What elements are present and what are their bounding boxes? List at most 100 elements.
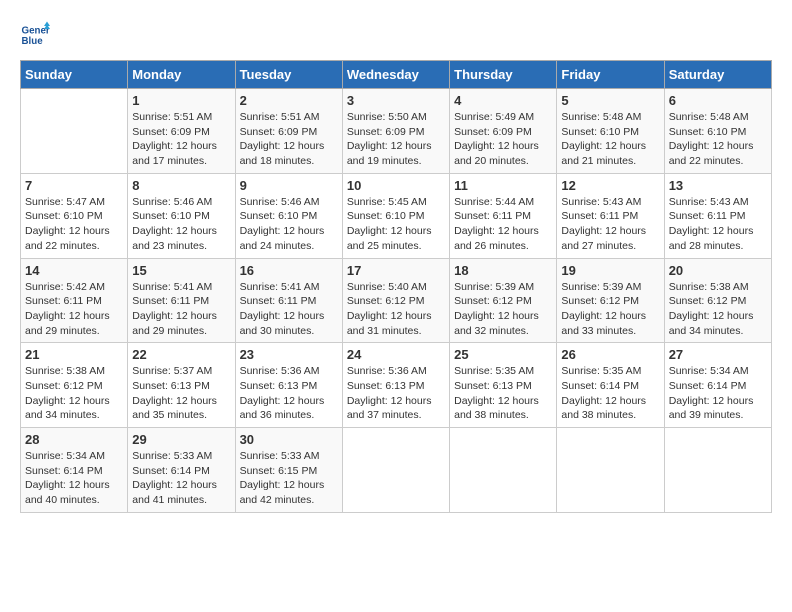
day-info: Sunrise: 5:51 AM Sunset: 6:09 PM Dayligh… [132, 110, 230, 169]
day-number: 30 [240, 432, 338, 447]
day-number: 20 [669, 263, 767, 278]
logo: General Blue [20, 20, 56, 50]
calendar-cell: 20 Sunrise: 5:38 AM Sunset: 6:12 PM Dayli… [664, 258, 771, 343]
calendar-cell [21, 89, 128, 174]
calendar-cell: 23 Sunrise: 5:36 AM Sunset: 6:13 PM Dayli… [235, 343, 342, 428]
calendar-cell: 29 Sunrise: 5:33 AM Sunset: 6:14 PM Dayli… [128, 428, 235, 513]
week-row-1: 1 Sunrise: 5:51 AM Sunset: 6:09 PM Daylig… [21, 89, 772, 174]
day-number: 22 [132, 347, 230, 362]
calendar-cell: 14 Sunrise: 5:42 AM Sunset: 6:11 PM Dayli… [21, 258, 128, 343]
day-number: 6 [669, 93, 767, 108]
calendar-cell: 6 Sunrise: 5:48 AM Sunset: 6:10 PM Daylig… [664, 89, 771, 174]
calendar-cell: 7 Sunrise: 5:47 AM Sunset: 6:10 PM Daylig… [21, 173, 128, 258]
calendar-table: SundayMondayTuesdayWednesdayThursdayFrid… [20, 60, 772, 513]
day-number: 9 [240, 178, 338, 193]
calendar-cell: 15 Sunrise: 5:41 AM Sunset: 6:11 PM Dayli… [128, 258, 235, 343]
day-number: 8 [132, 178, 230, 193]
day-info: Sunrise: 5:49 AM Sunset: 6:09 PM Dayligh… [454, 110, 552, 169]
day-number: 28 [25, 432, 123, 447]
calendar-cell: 13 Sunrise: 5:43 AM Sunset: 6:11 PM Dayli… [664, 173, 771, 258]
week-row-5: 28 Sunrise: 5:34 AM Sunset: 6:14 PM Dayli… [21, 428, 772, 513]
day-info: Sunrise: 5:42 AM Sunset: 6:11 PM Dayligh… [25, 280, 123, 339]
calendar-cell [557, 428, 664, 513]
day-number: 16 [240, 263, 338, 278]
calendar-cell [342, 428, 449, 513]
day-info: Sunrise: 5:48 AM Sunset: 6:10 PM Dayligh… [669, 110, 767, 169]
day-number: 7 [25, 178, 123, 193]
calendar-cell [450, 428, 557, 513]
day-info: Sunrise: 5:47 AM Sunset: 6:10 PM Dayligh… [25, 195, 123, 254]
calendar-cell: 26 Sunrise: 5:35 AM Sunset: 6:14 PM Dayli… [557, 343, 664, 428]
day-info: Sunrise: 5:48 AM Sunset: 6:10 PM Dayligh… [561, 110, 659, 169]
day-info: Sunrise: 5:46 AM Sunset: 6:10 PM Dayligh… [132, 195, 230, 254]
calendar-cell: 11 Sunrise: 5:44 AM Sunset: 6:11 PM Dayli… [450, 173, 557, 258]
calendar-cell: 1 Sunrise: 5:51 AM Sunset: 6:09 PM Daylig… [128, 89, 235, 174]
day-info: Sunrise: 5:33 AM Sunset: 6:15 PM Dayligh… [240, 449, 338, 508]
calendar-cell: 18Sunrise: 5:39 AM Sunset: 6:12 PM Dayli… [450, 258, 557, 343]
day-number: 13 [669, 178, 767, 193]
day-number: 29 [132, 432, 230, 447]
day-number: 26 [561, 347, 659, 362]
day-info: Sunrise: 5:36 AM Sunset: 6:13 PM Dayligh… [240, 364, 338, 423]
calendar-cell: 12 Sunrise: 5:43 AM Sunset: 6:11 PM Dayli… [557, 173, 664, 258]
day-number: 10 [347, 178, 445, 193]
day-info: Sunrise: 5:44 AM Sunset: 6:11 PM Dayligh… [454, 195, 552, 254]
weekday-header-row: SundayMondayTuesdayWednesdayThursdayFrid… [21, 61, 772, 89]
day-info: Sunrise: 5:33 AM Sunset: 6:14 PM Dayligh… [132, 449, 230, 508]
calendar-cell: 21Sunrise: 5:38 AM Sunset: 6:12 PM Dayli… [21, 343, 128, 428]
day-number: 1 [132, 93, 230, 108]
day-number: 5 [561, 93, 659, 108]
day-info: Sunrise: 5:34 AM Sunset: 6:14 PM Dayligh… [25, 449, 123, 508]
calendar-cell: 19 Sunrise: 5:39 AM Sunset: 6:12 PM Dayli… [557, 258, 664, 343]
day-info: Sunrise: 5:34 AM Sunset: 6:14 PM Dayligh… [669, 364, 767, 423]
day-number: 11 [454, 178, 552, 193]
day-info: Sunrise: 5:37 AM Sunset: 6:13 PM Dayligh… [132, 364, 230, 423]
weekday-header-thursday: Thursday [450, 61, 557, 89]
day-number: 19 [561, 263, 659, 278]
week-row-4: 21Sunrise: 5:38 AM Sunset: 6:12 PM Dayli… [21, 343, 772, 428]
day-number: 25 [454, 347, 552, 362]
day-info: Sunrise: 5:35 AM Sunset: 6:13 PM Dayligh… [454, 364, 552, 423]
svg-text:Blue: Blue [22, 36, 44, 47]
calendar-cell: 27 Sunrise: 5:34 AM Sunset: 6:14 PM Dayli… [664, 343, 771, 428]
calendar-cell: 28 Sunrise: 5:34 AM Sunset: 6:14 PM Dayli… [21, 428, 128, 513]
day-number: 27 [669, 347, 767, 362]
day-info: Sunrise: 5:36 AM Sunset: 6:13 PM Dayligh… [347, 364, 445, 423]
weekday-header-friday: Friday [557, 61, 664, 89]
day-number: 4 [454, 93, 552, 108]
weekday-header-saturday: Saturday [664, 61, 771, 89]
calendar-cell: 4 Sunrise: 5:49 AM Sunset: 6:09 PM Daylig… [450, 89, 557, 174]
day-info: Sunrise: 5:35 AM Sunset: 6:14 PM Dayligh… [561, 364, 659, 423]
calendar-cell: 9 Sunrise: 5:46 AM Sunset: 6:10 PM Daylig… [235, 173, 342, 258]
day-info: Sunrise: 5:40 AM Sunset: 6:12 PM Dayligh… [347, 280, 445, 339]
day-number: 23 [240, 347, 338, 362]
day-number: 12 [561, 178, 659, 193]
day-number: 24 [347, 347, 445, 362]
day-number: 17 [347, 263, 445, 278]
calendar-cell: 30 Sunrise: 5:33 AM Sunset: 6:15 PM Dayli… [235, 428, 342, 513]
day-info: Sunrise: 5:39 AM Sunset: 6:12 PM Dayligh… [561, 280, 659, 339]
calendar-cell: 2 Sunrise: 5:51 AM Sunset: 6:09 PM Daylig… [235, 89, 342, 174]
day-number: 3 [347, 93, 445, 108]
day-number: 14 [25, 263, 123, 278]
calendar-cell: 5 Sunrise: 5:48 AM Sunset: 6:10 PM Daylig… [557, 89, 664, 174]
weekday-header-monday: Monday [128, 61, 235, 89]
day-number: 21 [25, 347, 123, 362]
day-info: Sunrise: 5:39 AM Sunset: 6:12 PM Dayligh… [454, 280, 552, 339]
day-number: 2 [240, 93, 338, 108]
day-info: Sunrise: 5:43 AM Sunset: 6:11 PM Dayligh… [561, 195, 659, 254]
day-info: Sunrise: 5:43 AM Sunset: 6:11 PM Dayligh… [669, 195, 767, 254]
calendar-cell: 3 Sunrise: 5:50 AM Sunset: 6:09 PM Daylig… [342, 89, 449, 174]
week-row-3: 14 Sunrise: 5:42 AM Sunset: 6:11 PM Dayli… [21, 258, 772, 343]
day-number: 15 [132, 263, 230, 278]
calendar-cell [664, 428, 771, 513]
day-info: Sunrise: 5:46 AM Sunset: 6:10 PM Dayligh… [240, 195, 338, 254]
day-info: Sunrise: 5:38 AM Sunset: 6:12 PM Dayligh… [669, 280, 767, 339]
day-info: Sunrise: 5:51 AM Sunset: 6:09 PM Dayligh… [240, 110, 338, 169]
calendar-cell: 25 Sunrise: 5:35 AM Sunset: 6:13 PM Dayli… [450, 343, 557, 428]
calendar-cell: 10Sunrise: 5:45 AM Sunset: 6:10 PM Dayli… [342, 173, 449, 258]
day-info: Sunrise: 5:50 AM Sunset: 6:09 PM Dayligh… [347, 110, 445, 169]
day-info: Sunrise: 5:41 AM Sunset: 6:11 PM Dayligh… [240, 280, 338, 339]
day-info: Sunrise: 5:41 AM Sunset: 6:11 PM Dayligh… [132, 280, 230, 339]
page-header: General Blue [20, 20, 772, 50]
